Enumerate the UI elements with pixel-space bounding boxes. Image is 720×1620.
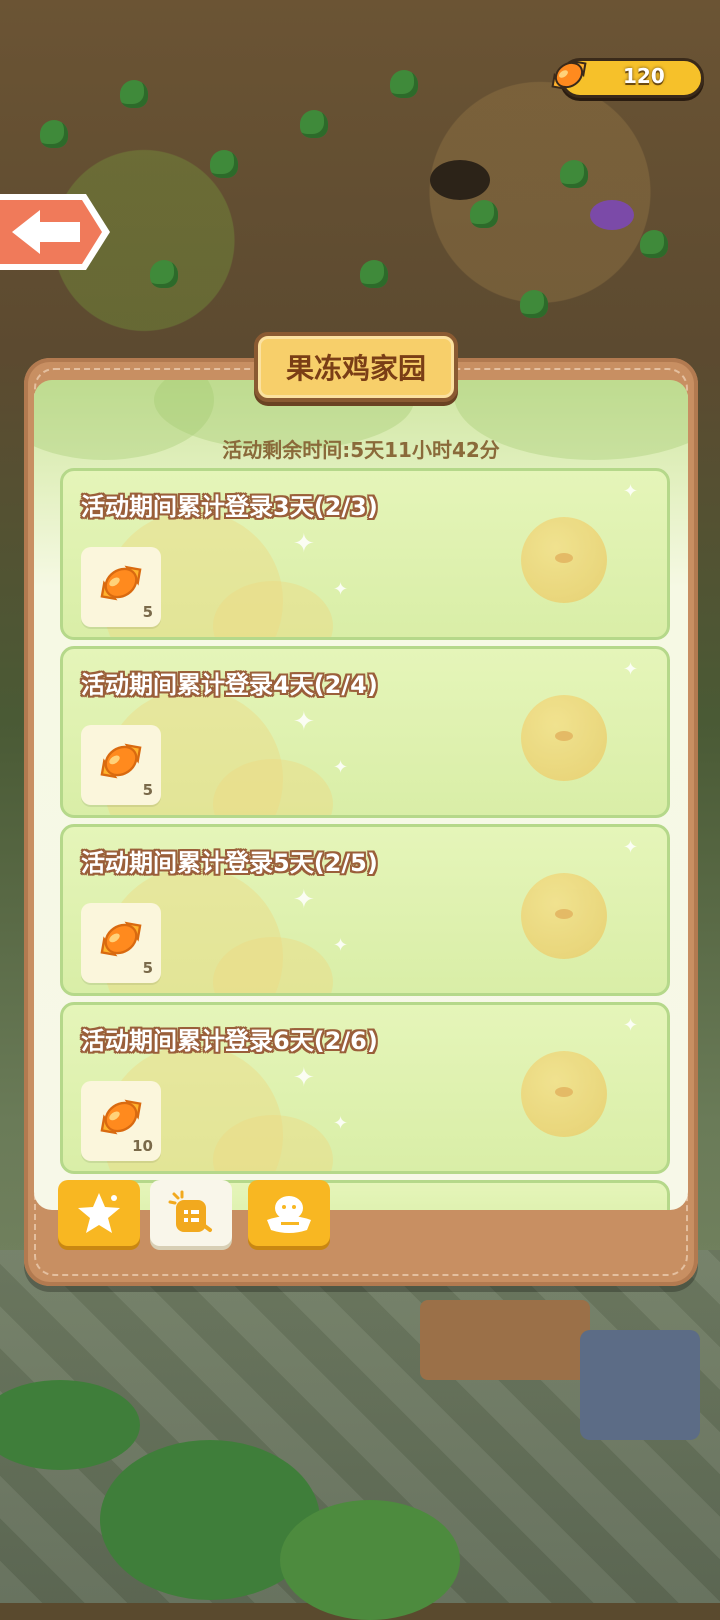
tab-star[interactable]: [58, 1180, 140, 1246]
task-card: ✦ ✦ ✦ 活动期间累计登录4天(2/4) 5: [60, 646, 670, 818]
task-card: ✦ ✦ ✦ 活动期间累计登录6天(2/6) 10: [60, 1002, 670, 1174]
reward-count: 10: [132, 1137, 153, 1155]
checklist-icon: [168, 1190, 212, 1232]
task-title: 活动期间累计登录4天(2/4): [81, 671, 378, 699]
tab-chick-nest[interactable]: [248, 1180, 330, 1246]
tab-checklist[interactable]: [150, 1180, 232, 1246]
event-panel: 活动剩余时间:5天11小时42分 ✦ ✦ ✦ 活动期间累计登录3天(2/3) 5…: [24, 332, 698, 1286]
event-timer: 活动剩余时间:5天11小时42分: [222, 438, 500, 462]
chick-decoration: [521, 873, 607, 959]
reward-count: 5: [142, 959, 153, 977]
star-icon: [78, 1193, 120, 1233]
reward-count: 5: [142, 603, 153, 621]
currency-value: 120: [623, 64, 665, 88]
chick-decoration: [521, 695, 607, 781]
candy-currency-counter[interactable]: 120: [551, 58, 704, 98]
event-panel-content: 活动剩余时间:5天11小时42分 ✦ ✦ ✦ 活动期间累计登录3天(2/3) 5…: [34, 380, 688, 1210]
task-card: ✦ ✦ ✦ 活动期间累计登录3天(2/3) 5: [60, 468, 670, 640]
candy-icon: [100, 565, 142, 601]
arrow-left-icon: [0, 194, 110, 270]
task-title: 活动期间累计登录5天(2/5): [81, 849, 378, 877]
reward-count: 5: [142, 781, 153, 799]
task-title: 活动期间累计登录6天(2/6): [81, 1027, 378, 1055]
candy-icon: [551, 60, 587, 90]
chick-nest-icon: [267, 1196, 311, 1233]
chick-decoration: [521, 1051, 607, 1137]
task-card: ✦ ✦ ✦ 活动期间累计登录5天(2/5) 5: [60, 824, 670, 996]
panel-title: 果冻鸡家园: [254, 332, 458, 402]
back-button[interactable]: [0, 192, 114, 272]
candy-icon: [100, 743, 142, 779]
reward-slot[interactable]: 5: [81, 725, 161, 805]
reward-slot[interactable]: 10: [81, 1081, 161, 1161]
candy-icon: [100, 921, 142, 957]
chick-decoration: [521, 517, 607, 603]
task-title: 活动期间累计登录3天(2/3): [81, 493, 378, 521]
reward-slot[interactable]: 5: [81, 547, 161, 627]
reward-slot[interactable]: 5: [81, 903, 161, 983]
